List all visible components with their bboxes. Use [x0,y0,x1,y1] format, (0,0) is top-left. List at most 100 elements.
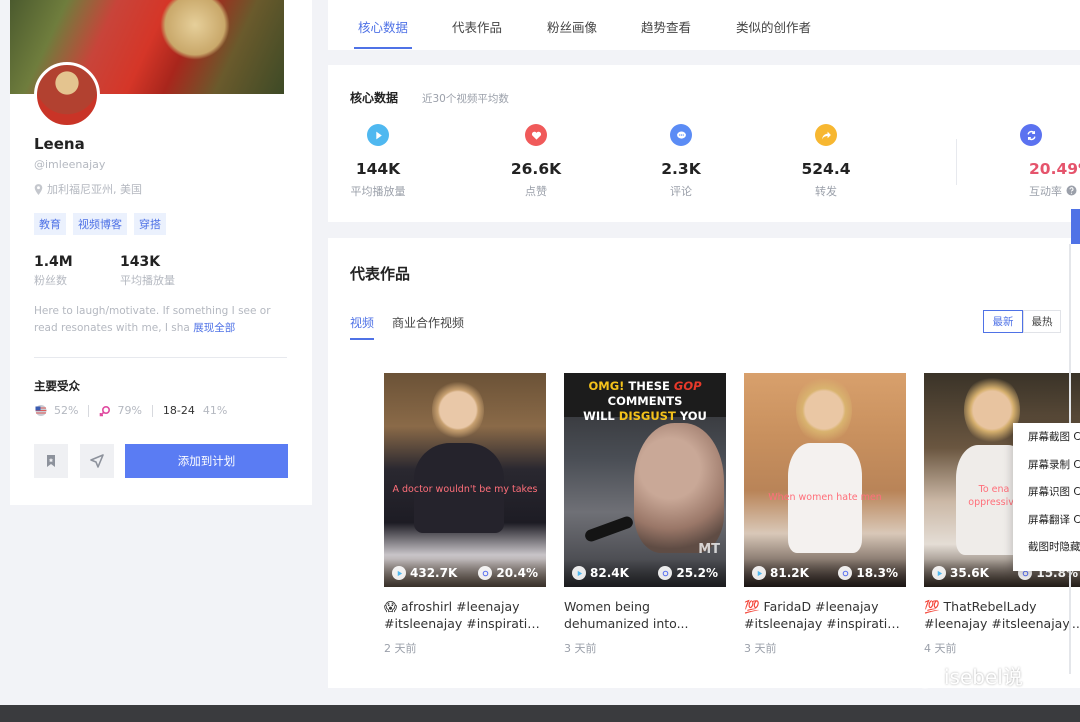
section-tabs: 核心数据 代表作品 粉丝画像 趋势查看 类似的创作者 [328,0,1080,50]
metric-value: 144K [355,160,401,178]
profile-handle: @imleenajay [34,158,106,171]
engagement-icon [1020,124,1042,146]
tab-similar-creators[interactable]: 类似的创作者 [736,17,811,36]
video-caption-overlay: A doctor wouldn't be my takes [392,484,538,495]
engagement-label: 互动率 [1029,185,1062,198]
menu-item-screenshot[interactable]: 屏幕截图 C [1013,423,1080,451]
separator [88,404,90,417]
video-thumbnail[interactable]: When women hate men 81.2K 18.3% [744,373,906,587]
tab-trends[interactable]: 趋势查看 [641,17,691,36]
profile-tag[interactable]: 视频博客 [73,213,127,235]
send-button[interactable] [80,444,114,478]
divider [956,139,957,185]
screenshot-context-menu: 屏幕截图 C 屏幕录制 C 屏幕识图 C 屏幕翻译 C 截图时隐藏 [1013,423,1080,571]
avatar[interactable] [34,62,100,128]
metric-label: 评论 [670,185,692,198]
location-pin-icon [34,183,43,195]
metric-value: 20.49% [1029,160,1080,178]
wechat-icon [899,661,937,689]
video-time: 3 天前 [564,642,597,655]
avg-views-value: 143K [120,254,161,270]
followers-stat: 1.4M 粉丝数 [34,254,73,288]
video-stats: 82.4K 25.2% [564,559,726,587]
female-icon [100,405,111,416]
sort-hottest-button[interactable]: 最热 [1023,310,1061,333]
profile-tags: 教育 视频博客 穿搭 [34,213,166,235]
video-title-line: 💯 FaridaD #leenajay [744,599,879,614]
subtab-videos[interactable]: 视频 [350,314,374,331]
banner-text: OMG! [588,379,625,393]
video-banner: OMG! THESE GOP COMMENTS WILL DISGUST YOU [564,373,726,423]
video-card[interactable]: A doctor wouldn't be my takes 432.7K 20.… [384,373,546,656]
followers-value: 1.4M [34,254,73,270]
banner-text: WILL [583,409,615,423]
profile-tag[interactable]: 穿搭 [134,213,166,235]
video-time: 4 天前 [924,642,957,655]
video-title-line: #itsleenajay #inspiratio... [744,616,906,631]
metric-value: 2.3K [661,160,701,178]
video-title[interactable]: 💯 ThatRebelLady #leenajay #itsleenajay..… [924,598,1080,632]
profile-tag[interactable]: 教育 [34,213,66,235]
bookmark-button[interactable] [34,444,68,478]
metric-label: 点赞 [525,185,547,198]
tab-representative-works[interactable]: 代表作品 [452,17,502,36]
menu-item-screen-recognize[interactable]: 屏幕识图 C [1013,478,1080,506]
profile-name: Leena [34,135,85,153]
help-icon[interactable] [1066,185,1077,196]
bio-expand-link[interactable]: 展现全部 [193,322,235,334]
menu-item-screen-record[interactable]: 屏幕录制 C [1013,451,1080,479]
video-engagement-rate: 18.3% [856,566,898,580]
play-count-icon [392,566,406,580]
video-title[interactable]: Women being dehumanized into... [564,598,726,632]
video-title-line: Women being [564,599,650,614]
banner-text: YOU [679,409,707,423]
tab-core-data[interactable]: 核心数据 [358,17,408,36]
add-to-plan-button[interactable]: 添加到计划 [125,444,288,478]
bottom-bar [0,705,1080,722]
video-title-line: #leenajay #itsleenajay... [924,616,1080,631]
heart-icon [525,124,547,146]
core-data-title: 核心数据 [350,91,399,105]
audience-age-range: 18-24 [162,404,195,417]
video-title[interactable]: 😱 afroshirl #leenajay #itsleenajay #insp… [384,598,546,632]
profile-location-text: 加利福尼亚州, 美国 [47,183,142,196]
send-icon [90,454,104,468]
subtab-sponsored-videos[interactable]: 商业合作视频 [392,314,464,331]
share-icon [815,124,837,146]
video-views: 432.7K [410,566,458,580]
profile-bio: Here to laugh/motivate. If something I s… [34,303,294,337]
metric-avg-views: 144K 平均播放量 [333,124,423,199]
engagement-rate-icon [478,566,493,580]
core-data-panel: 核心数据 近30个视频平均数 144K 平均播放量 26.6K 点赞 2.3K … [328,65,1080,222]
menu-item-screen-translate[interactable]: 屏幕翻译 C [1013,506,1080,534]
engagement-rate-icon [838,566,853,580]
play-count-icon [752,566,766,580]
video-time: 3 天前 [744,642,777,655]
video-title[interactable]: 💯 FaridaD #leenajay #itsleenajay #inspir… [744,598,906,632]
video-caption-overlay: When women hate men [768,492,882,503]
metric-label: 互动率 [1029,183,1080,199]
menu-item-hide-when-capture[interactable]: 截图时隐藏 [1013,533,1080,561]
video-card[interactable]: When women hate men 81.2K 18.3% 💯 Farida… [744,373,906,656]
video-thumbnail[interactable]: A doctor wouldn't be my takes 432.7K 20.… [384,373,546,587]
engagement-rate-icon [658,566,673,580]
audience-gender-pct: 79% [117,404,142,417]
tab-fan-profile[interactable]: 粉丝画像 [547,17,597,36]
followers-label: 粉丝数 [34,274,67,287]
side-float-tab[interactable] [1071,209,1080,244]
video-thumbnail[interactable]: OMG! THESE GOP COMMENTS WILL DISGUST YOU… [564,373,726,587]
banner-text: GOP [673,379,702,393]
watermark-text: isebel说 [944,664,1023,689]
video-views: 81.2K [770,566,809,580]
bookmark-icon [47,455,55,467]
works-title: 代表作品 [350,265,411,283]
metric-shares: 524.4 转发 [781,124,871,199]
video-card[interactable]: OMG! THESE GOP COMMENTS WILL DISGUST YOU… [564,373,726,656]
sort-latest-button[interactable]: 最新 [983,310,1023,333]
video-views: 35.6K [950,566,989,580]
active-subtab-indicator [350,338,374,340]
video-title-line: 😱 afroshirl #leenajay [384,599,520,614]
video-stats: 81.2K 18.3% [744,559,906,587]
banner-text: THESE [628,379,670,393]
divider [34,357,287,358]
